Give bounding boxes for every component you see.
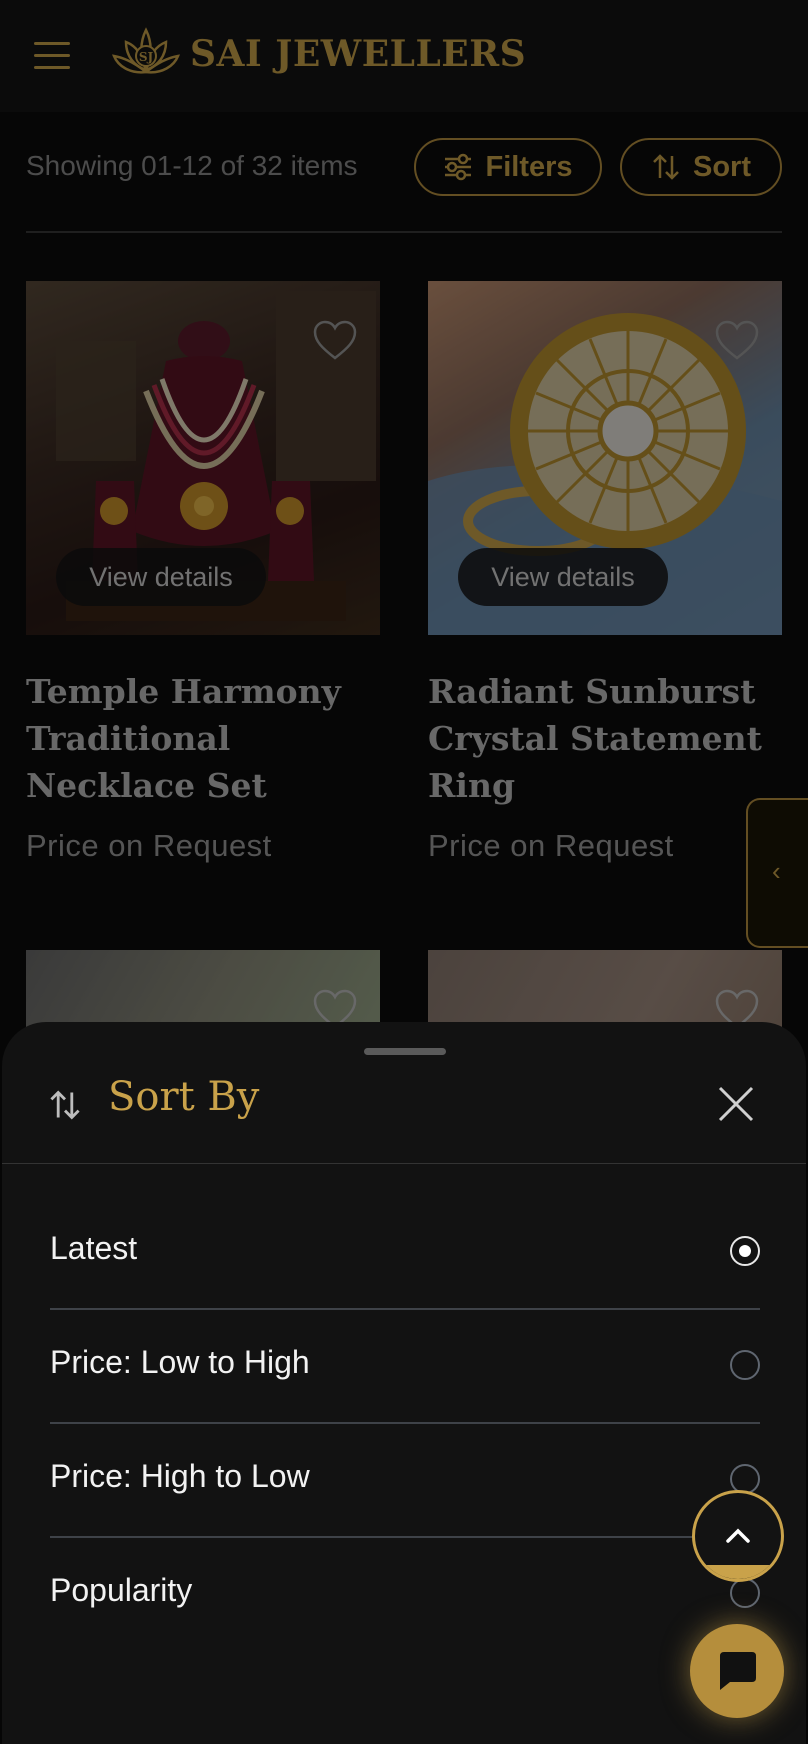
chat-button[interactable] <box>690 1624 784 1718</box>
scroll-to-top-button[interactable] <box>692 1490 784 1582</box>
sort-option-label: Price: High to Low <box>50 1458 310 1494</box>
sheet-drag-handle[interactable] <box>364 1048 446 1055</box>
sort-option-label: Latest <box>50 1230 138 1266</box>
sort-option-price-low-high[interactable]: Price: Low to High <box>50 1310 760 1424</box>
sort-option-latest[interactable]: Latest <box>50 1196 760 1310</box>
sort-bottom-sheet: Sort By Latest Price: Low to High Price:… <box>2 1022 806 1744</box>
sort-option-label: Price: Low to High <box>50 1344 310 1380</box>
product-listing-page: SJ SAI JEWELLERS Showing 01-12 of 32 ite… <box>0 0 808 1744</box>
chat-bubble-icon <box>720 1652 756 1690</box>
radio-button[interactable] <box>730 1350 760 1380</box>
sort-option-label: Popularity <box>50 1572 193 1608</box>
sort-arrows-icon <box>50 1090 80 1120</box>
radio-button-selected[interactable] <box>730 1236 760 1266</box>
sheet-divider <box>2 1163 806 1164</box>
close-icon[interactable] <box>716 1084 756 1124</box>
radio-button[interactable] <box>730 1578 760 1608</box>
sort-option-popularity[interactable]: Popularity <box>50 1538 760 1652</box>
sort-option-price-high-low[interactable]: Price: High to Low <box>50 1424 760 1538</box>
sheet-title: Sort By <box>108 1074 260 1120</box>
scroll-progress-fill <box>695 1565 781 1579</box>
